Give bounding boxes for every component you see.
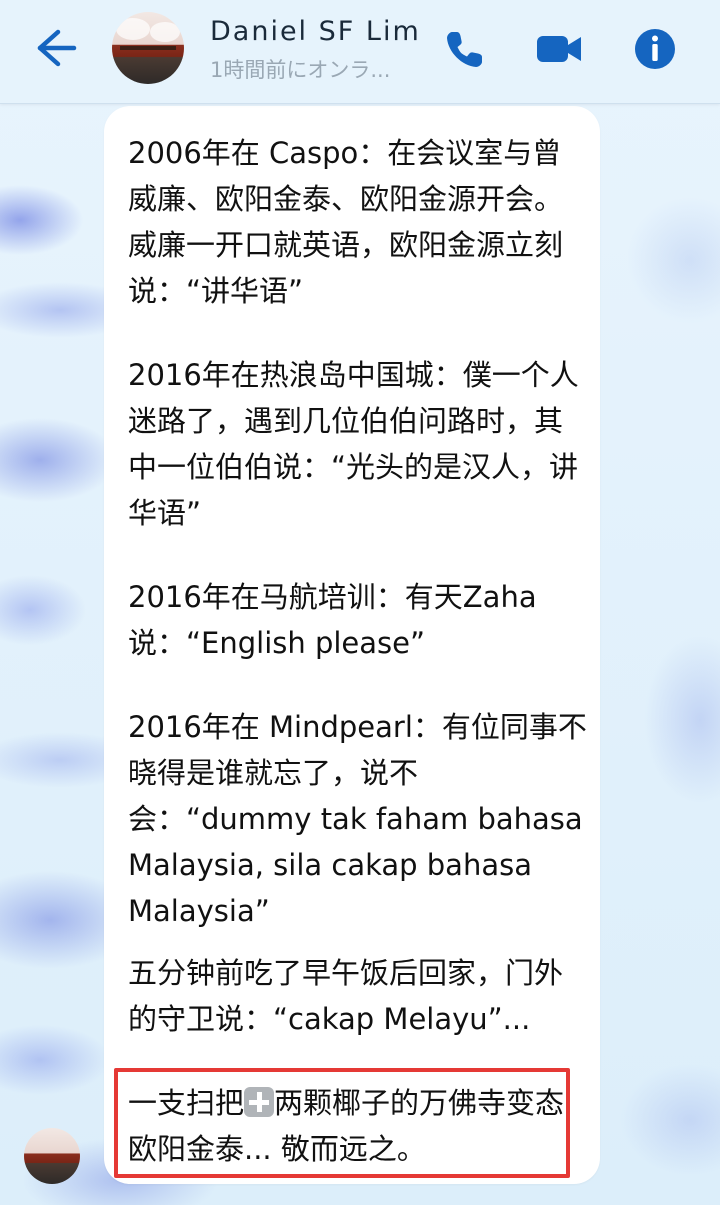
plus-icon bbox=[244, 1087, 275, 1117]
contact-avatar[interactable] bbox=[112, 12, 184, 84]
message-paragraph: 2016年在马航培训：有天Zaha说：“English please” bbox=[128, 580, 537, 660]
message-paragraph: 五分钟前吃了早午饭后回家，门外的守卫说：“cakap Melayu”... bbox=[128, 956, 564, 1036]
avatar-roof bbox=[120, 46, 176, 50]
back-arrow-icon bbox=[37, 29, 77, 67]
avatar-blossom bbox=[150, 22, 180, 42]
message-paragraph: 2016年在热浪岛中国城：僕一个人迷路了，遇到几位伯伯问路时，其中一位伯伯说：“… bbox=[128, 358, 579, 530]
phone-icon bbox=[447, 32, 482, 67]
highlight-text-start: 一支扫把 bbox=[128, 1086, 245, 1120]
message-paragraph-highlighted: 一支扫把 两颗椰子的万佛寺变态欧阳金泰... 敬而远之。 bbox=[128, 1080, 588, 1172]
contact-name[interactable]: Daniel SF Lim bbox=[210, 16, 421, 47]
chat-header: Daniel SF Lim 1時間前にオンラ... bbox=[0, 0, 720, 104]
video-call-button[interactable] bbox=[534, 24, 584, 74]
contact-status: 1時間前にオンラ... bbox=[210, 58, 391, 82]
back-button[interactable] bbox=[30, 26, 82, 70]
info-button[interactable] bbox=[630, 24, 680, 74]
message-paragraph: 2006年在 Caspo：在会议室与曾威廉、欧阳金泰、欧阳金源开会。威廉一开口就… bbox=[128, 136, 564, 308]
info-icon bbox=[635, 29, 675, 69]
message-paragraph: 2016年在 Mindpearl：有位同事不晓得是谁就忘了，说不会：“dummy… bbox=[128, 710, 587, 928]
sender-avatar[interactable] bbox=[24, 1128, 80, 1184]
avatar-blossom bbox=[116, 18, 150, 40]
video-camera-icon bbox=[537, 36, 581, 62]
voice-call-button[interactable] bbox=[440, 24, 490, 74]
